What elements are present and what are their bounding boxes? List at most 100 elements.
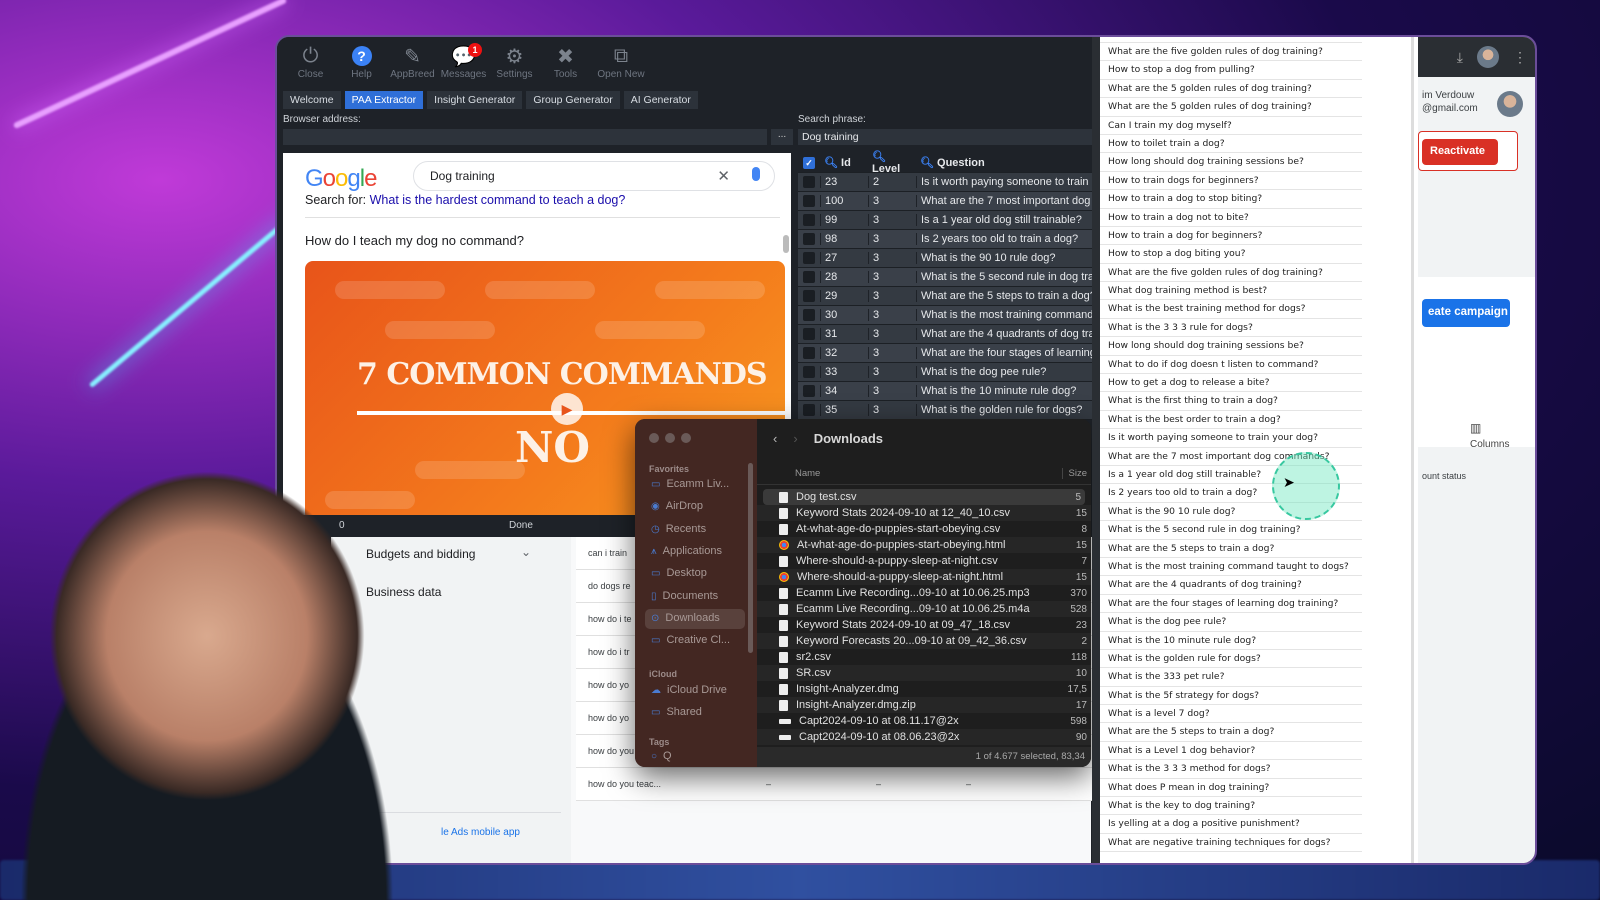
list-item[interactable]: What is the 5f strategy for dogs? [1100, 687, 1362, 706]
file-row[interactable]: Keyword Stats 2024-09-10 at 12_40_10.csv… [757, 505, 1091, 521]
sidebar-item-applications[interactable]: ⩚ Applications [645, 542, 745, 562]
sidebar-scrollbar[interactable] [748, 463, 753, 653]
list-item[interactable]: How to toilet train a dog? [1100, 135, 1362, 154]
paa-question[interactable]: How do I teach my dog no command? [305, 233, 524, 248]
open-new-button[interactable]: ⧉ Open New [591, 43, 651, 85]
select-all-checkbox[interactable]: ✓ [803, 156, 815, 169]
list-scrollbar[interactable] [1411, 37, 1414, 863]
row-checkbox[interactable] [803, 214, 815, 226]
file-row[interactable]: Keyword Forecasts 20...09-10 at 09_42_36… [757, 633, 1091, 649]
tab-group-generator[interactable]: Group Generator [526, 91, 620, 109]
more-button[interactable]: ... [771, 129, 793, 145]
list-item[interactable]: Is it worth paying someone to train your… [1100, 429, 1362, 448]
file-row[interactable]: Where-should-a-puppy-sleep-at-night.csv 7 [757, 553, 1091, 569]
chevron-down-icon[interactable]: ⌄ [521, 545, 531, 559]
messages-button[interactable]: 💬 1 Messages [438, 43, 489, 85]
close-window-button[interactable] [649, 433, 659, 443]
list-item[interactable]: What are the 5 steps to train a dog? [1100, 723, 1362, 742]
list-item[interactable]: What is the 10 minute rule dog? [1100, 632, 1362, 650]
sidebar-item-ecamm-liv-[interactable]: ▭ Ecamm Liv... [645, 475, 745, 495]
list-item[interactable]: What dog training method is best? [1100, 282, 1362, 301]
row-checkbox[interactable] [803, 347, 815, 359]
zoom-window-button[interactable] [681, 433, 691, 443]
list-item[interactable]: How to train dogs for beginners? [1100, 172, 1362, 191]
col-size[interactable]: Size [1061, 468, 1087, 479]
mic-icon[interactable] [752, 167, 760, 181]
list-item[interactable]: What are the five golden rules of dog tr… [1100, 43, 1362, 62]
play-icon[interactable]: ▶ [551, 393, 583, 425]
list-item[interactable]: Can I train my dog myself? [1100, 117, 1362, 135]
list-item[interactable]: What is the best order to train a dog? [1100, 411, 1362, 430]
list-item[interactable]: How to stop a dog biting you? [1100, 245, 1362, 264]
table-row[interactable]: 33 3 What is the dog pee rule? [798, 363, 1092, 382]
file-row[interactable]: Keyword Stats 2024-09-10 at 09_47_18.csv… [757, 617, 1091, 633]
row-checkbox[interactable] [803, 309, 815, 321]
list-item[interactable]: What are negative training techniques fo… [1100, 834, 1362, 853]
google-search-input[interactable]: Dog training ✕ [413, 161, 775, 191]
keyword-row[interactable]: how do you teac... – – – [576, 768, 1096, 801]
list-item[interactable]: What does P mean in dog training? [1100, 779, 1362, 798]
row-checkbox[interactable] [803, 404, 815, 416]
columns-icon[interactable]: ▥ [1470, 421, 1481, 435]
file-row[interactable]: At-what-age-do-puppies-start-obeying.csv… [757, 521, 1091, 537]
sidebar-item-shared[interactable]: ▭ Shared [645, 703, 745, 723]
file-row[interactable]: Insight-Analyzer.dmg 17,5 [757, 681, 1091, 697]
reactivate-button[interactable]: Reactivate [1422, 139, 1498, 165]
sidebar-item-documents[interactable]: ▯ Documents [645, 587, 745, 607]
list-item[interactable]: What is the 3 3 3 rule for dogs? [1100, 319, 1362, 338]
file-row[interactable]: Capt2024-09-10 at 08.11.17@2x 598 [757, 713, 1091, 729]
table-row[interactable]: 99 3 Is a 1 year old dog still trainable? [798, 211, 1092, 230]
file-row[interactable]: Capt2024-09-10 at 08.06.23@2x 90 [757, 729, 1091, 745]
table-row[interactable]: 100 3 What are the 7 most important dog [798, 192, 1092, 211]
list-item[interactable]: What is the first thing to train a dog? [1100, 392, 1362, 411]
search-icon[interactable]: 🔍︎ [920, 157, 934, 169]
avatar[interactable] [1497, 91, 1523, 117]
sidebar-item-creative-cl-[interactable]: ▭ Creative Cl... [645, 631, 745, 651]
list-item[interactable]: What are the 5 golden rules of dog train… [1100, 98, 1362, 117]
table-row[interactable]: 98 3 Is 2 years too old to train a dog? [798, 230, 1092, 249]
list-item[interactable]: How to train a dog for beginners? [1100, 227, 1362, 246]
tab-welcome[interactable]: Welcome [283, 91, 341, 109]
tab-ai-generator[interactable]: AI Generator [623, 91, 698, 109]
sidebar-item-desktop[interactable]: ▭ Desktop [645, 564, 745, 584]
avatar[interactable] [1477, 46, 1499, 68]
close-button[interactable]: ⏻ Close [285, 43, 336, 85]
list-item[interactable]: What are the 4 quadrants of dog training… [1100, 576, 1362, 595]
file-row[interactable]: Ecamm Live Recording...09-10 at 10.06.25… [757, 585, 1091, 601]
download-icon[interactable]: ⤓ [1457, 49, 1463, 66]
list-item[interactable]: How to train a dog to stop biting? [1100, 190, 1362, 209]
table-row[interactable]: 28 3 What is the 5 second rule in dog tra [798, 268, 1092, 287]
row-checkbox[interactable] [803, 385, 815, 397]
sidebar-item-tag[interactable]: ○ Q [645, 747, 745, 767]
list-item[interactable]: How to get a dog to release a bite? [1100, 374, 1362, 393]
list-item[interactable]: How long should dog training sessions be… [1100, 337, 1362, 356]
table-row[interactable]: 35 3 What is the golden rule for dogs? [798, 401, 1092, 420]
table-row[interactable]: 30 3 What is the most training command [798, 306, 1092, 325]
list-item[interactable]: What is the most training command taught… [1100, 558, 1362, 577]
back-icon[interactable]: ‹ [773, 431, 777, 446]
list-item[interactable]: What to do if dog doesn t listen to comm… [1100, 356, 1362, 375]
help-button[interactable]: ? Help [336, 43, 387, 85]
list-item[interactable]: What is the 5 second rule in dog trainin… [1100, 521, 1362, 540]
clear-icon[interactable]: ✕ [717, 167, 730, 185]
search-icon[interactable]: 🔍︎ [872, 151, 886, 163]
tools-button[interactable]: ✖ Tools [540, 43, 591, 85]
list-item[interactable]: What is the 333 pet rule? [1100, 668, 1362, 687]
table-row[interactable]: 31 3 What are the 4 quadrants of dog tra [798, 325, 1092, 344]
minimize-window-button[interactable] [665, 433, 675, 443]
file-row[interactable]: Dog test.csv 5 [763, 489, 1085, 505]
list-item[interactable]: What is the key to dog training? [1100, 797, 1362, 816]
more-icon[interactable]: ⋮ [1513, 49, 1527, 66]
file-row[interactable]: sr2.csv 118 [757, 649, 1091, 665]
sidebar-item-icloud-drive[interactable]: ☁ iCloud Drive [645, 681, 745, 701]
search-for-link[interactable]: What is the hardest command to teach a d… [370, 193, 626, 207]
row-checkbox[interactable] [803, 195, 815, 207]
list-item[interactable]: What is the 3 3 3 method for dogs? [1100, 760, 1362, 779]
file-row[interactable]: At-what-age-do-puppies-start-obeying.htm… [757, 537, 1091, 553]
row-checkbox[interactable] [803, 290, 815, 302]
sidebar-item-downloads[interactable]: ⊙ Downloads [645, 608, 745, 629]
browser-scrollbar[interactable] [783, 235, 789, 253]
row-checkbox[interactable] [803, 366, 815, 378]
settings-button[interactable]: ⚙ Settings [489, 43, 540, 85]
row-checkbox[interactable] [803, 271, 815, 283]
